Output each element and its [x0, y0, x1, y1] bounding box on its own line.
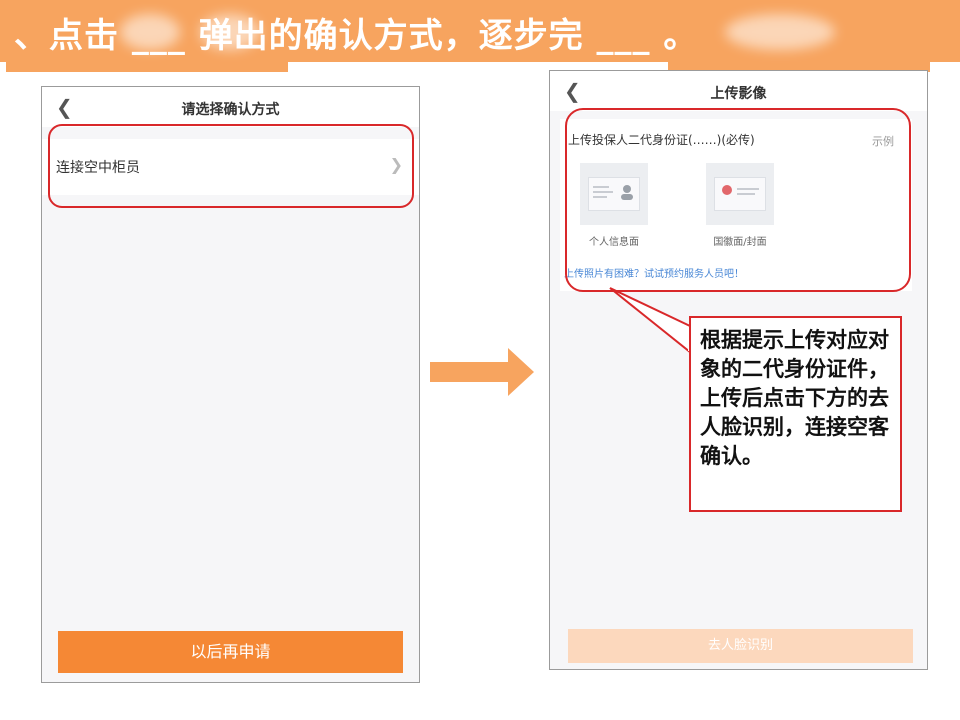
page-title: 上传影像 — [710, 86, 767, 102]
blur-mask — [725, 14, 835, 50]
highlight-box-option — [48, 124, 414, 208]
blur-mask — [120, 14, 180, 50]
arrow-right-icon — [430, 348, 534, 396]
nav-bar: ❮ 上传影像 — [550, 71, 927, 111]
banner-title: 、点击 ___ 弹出的确认方式，逐步完 ___ 。 — [14, 16, 699, 56]
blur-mask — [200, 14, 260, 50]
instruction-callout: 根据提示上传对应对象的二代身份证件，上传后点击下方的去人脸识别，连接空客确认。 — [689, 316, 902, 512]
callout-text: 根据提示上传对应对象的二代身份证件，上传后点击下方的去人脸识别，连接空客确认。 — [700, 328, 889, 468]
nav-bar: ❮ 请选择确认方式 — [42, 87, 419, 127]
face-recognition-button[interactable]: 去人脸识别 — [568, 629, 913, 663]
callout-pointer — [609, 287, 692, 355]
page-title: 请选择确认方式 — [181, 102, 280, 118]
banner-strip-right — [668, 52, 930, 72]
highlight-box-upload — [565, 108, 911, 292]
apply-later-button[interactable]: 以后再申请 — [58, 631, 403, 673]
